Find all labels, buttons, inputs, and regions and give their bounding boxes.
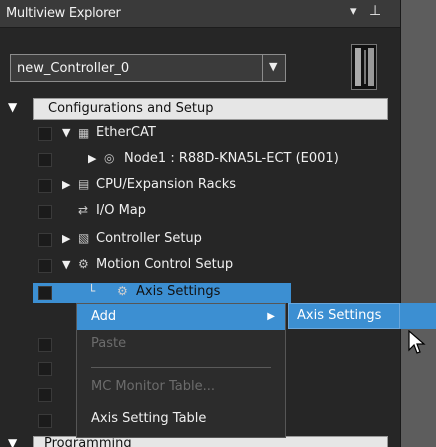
item-checkbox (38, 286, 52, 300)
submenu-item-label: Axis Settings (297, 308, 382, 323)
panel-title: Multiview Explorer (6, 6, 121, 21)
tree-item-label: Controller Setup (96, 231, 202, 246)
item-checkbox (38, 233, 52, 247)
controller-select[interactable]: new_Controller_0 ▼ (10, 54, 286, 82)
tree-item-motion-control-setup[interactable]: ▼ ⚙ Motion Control Setup (0, 255, 400, 277)
tree-item-node1[interactable]: ▶ ◎ Node1 : R88D-KNA5L-ECT (E001) (0, 149, 400, 171)
item-checkbox (38, 179, 52, 193)
node-icon: ◎ (104, 151, 115, 165)
expand-triangle-icon[interactable]: ▼ (62, 258, 70, 271)
item-checkbox (38, 362, 52, 376)
menu-item-label: Add (91, 309, 117, 324)
menu-item-paste[interactable]: Paste (77, 331, 285, 357)
item-checkbox (38, 388, 52, 402)
tree-item-io-map[interactable]: ⇄ I/O Map (0, 201, 400, 223)
tree-item-label: CPU/Expansion Racks (96, 177, 237, 192)
menu-item-label: Axis Setting Table (91, 411, 207, 426)
gear-icon: ⚙ (117, 284, 128, 298)
tree-item-label: EtherCAT (96, 125, 156, 140)
item-checkbox (38, 127, 52, 141)
expand-triangle-icon[interactable]: ▶ (62, 178, 70, 191)
context-menu: Add ▶ Paste MC Monitor Table... Axis Set… (76, 303, 286, 438)
menu-separator (91, 367, 271, 368)
menu-item-add[interactable]: Add ▶ (77, 304, 285, 330)
tree-item-cpu-racks[interactable]: ▶ ▤ CPU/Expansion Racks (0, 175, 400, 197)
submenu-highlight-edge (400, 303, 436, 329)
menu-item-label: MC Monitor Table... (91, 379, 215, 394)
expand-triangle-icon[interactable]: ▼ (8, 100, 17, 114)
item-checkbox (38, 259, 52, 273)
right-edge-strip (400, 0, 436, 447)
menu-item-mc-monitor-table[interactable]: MC Monitor Table... (77, 374, 285, 400)
pin-icon[interactable]: ⊥ (369, 3, 381, 19)
expand-triangle-icon[interactable]: ▼ (62, 126, 70, 139)
tree-item-axis-settings[interactable]: └ ⚙ Axis Settings (33, 283, 291, 303)
item-checkbox (38, 338, 52, 352)
gear-icon: ⚙ (78, 257, 89, 271)
multiview-explorer-panel: Multiview Explorer ▾ ⊥ new_Controller_0 … (0, 0, 400, 447)
controller-device-icon[interactable] (351, 44, 377, 90)
tree-item-label: Motion Control Setup (96, 257, 234, 272)
tree-item-controller-setup[interactable]: ▶ ▧ Controller Setup (0, 229, 400, 251)
ethercat-icon: ▦ (78, 126, 90, 140)
item-checkbox (38, 414, 52, 428)
panel-titlebar: Multiview Explorer ▾ ⊥ (0, 0, 400, 28)
controller-select-arrow[interactable]: ▼ (262, 55, 285, 81)
tree-item-label: Axis Settings (136, 284, 221, 299)
item-checkbox (38, 205, 52, 219)
tree-line-icon: └ (88, 284, 96, 298)
expand-triangle-icon[interactable]: ▶ (88, 152, 96, 165)
rack-icon: ▤ (78, 177, 90, 191)
expand-triangle-icon[interactable]: ▼ (8, 436, 17, 447)
item-checkbox (38, 153, 52, 167)
io-map-icon: ⇄ (78, 203, 89, 217)
controller-select-value: new_Controller_0 (17, 61, 130, 76)
chevron-down-icon: ▼ (269, 60, 278, 73)
tree-item-label: Node1 : R88D-KNA5L-ECT (E001) (124, 151, 339, 166)
tree-item-label: I/O Map (96, 203, 147, 218)
chevron-down-icon[interactable]: ▾ (350, 4, 357, 19)
category-configurations[interactable]: Configurations and Setup (33, 98, 388, 120)
mouse-cursor-icon (408, 330, 426, 354)
submenu-arrow-icon: ▶ (267, 311, 275, 322)
expand-triangle-icon[interactable]: ▶ (62, 232, 70, 245)
category-label: Configurations and Setup (48, 101, 214, 116)
controller-setup-icon: ▧ (78, 231, 90, 245)
menu-item-label: Paste (91, 336, 127, 351)
tree-item-ethercat[interactable]: ▼ ▦ EtherCAT (0, 123, 400, 145)
menu-item-axis-setting-table[interactable]: Axis Setting Table (77, 406, 285, 432)
submenu-item-axis-settings[interactable]: Axis Settings (288, 303, 400, 329)
